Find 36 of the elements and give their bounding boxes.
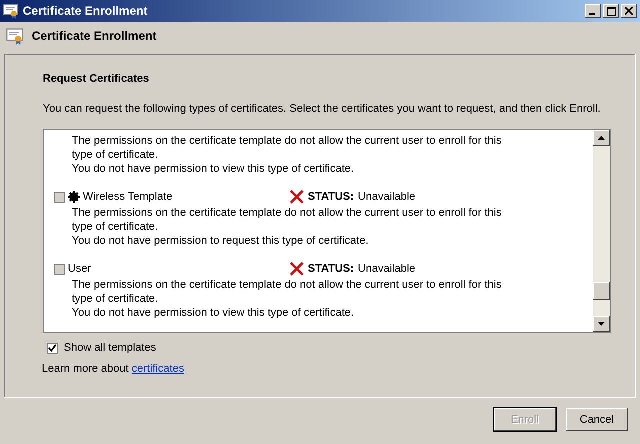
up-arrow-icon: [598, 136, 605, 140]
error-icon: [290, 262, 304, 276]
down-arrow-icon: [598, 322, 605, 326]
template-name: Wireless Template: [83, 191, 173, 203]
maximize-icon: [606, 6, 616, 16]
status-label: STATUS:: [308, 263, 354, 275]
certificates-link[interactable]: certificates: [132, 363, 184, 375]
template-name: User: [68, 263, 92, 275]
error-icon: [290, 190, 304, 204]
scrollbar[interactable]: [593, 130, 610, 332]
template-description: The permissions on the certificate template do not allow the current user to enroll for this type of certificate.: [71, 206, 503, 234]
show-all-checkbox[interactable]: [47, 342, 58, 354]
close-button[interactable]: [621, 4, 637, 18]
show-all-label[interactable]: Show all templates: [64, 342, 156, 354]
template-description: You do not have permission to view this type of certificate.: [71, 306, 356, 320]
dialog-button[interactable]: Cancel: [566, 408, 628, 431]
template-checkbox[interactable]: [54, 264, 65, 274]
window-title: Certificate Enrollment: [23, 4, 149, 18]
maximize-button[interactable]: [603, 4, 619, 18]
template-description: The permissions on the certificate template do not allow the current user to enroll for this type of certificate.: [71, 134, 503, 162]
close-icon: [625, 7, 633, 15]
section-description: You can request the following types of certificates. Select the certificates you want to request, and then click Enroll.: [43, 103, 602, 115]
status-label: STATUS:: [308, 191, 354, 203]
template-description: The permissions on the certificate template do not allow the current user to enroll for this type of certificate.: [71, 278, 503, 306]
template-description: You do not have permission to view this type of certificate.: [71, 162, 356, 176]
scrollbar-thumb[interactable]: [593, 282, 610, 300]
minimize-button[interactable]: [585, 4, 601, 18]
certificate-icon: [3, 3, 19, 19]
template-description: You do not have permission to request this type of certificate.: [71, 234, 370, 248]
dialog-title: Certificate Enrollment: [32, 29, 157, 43]
template-checkbox[interactable]: [54, 192, 65, 202]
status-value: Unavailable: [358, 191, 416, 203]
certificate-icon: [6, 27, 24, 45]
status-value: Unavailable: [358, 263, 416, 275]
learn-more-text: Learn more about: [42, 363, 129, 375]
section-title: Request Certificates: [43, 73, 150, 85]
